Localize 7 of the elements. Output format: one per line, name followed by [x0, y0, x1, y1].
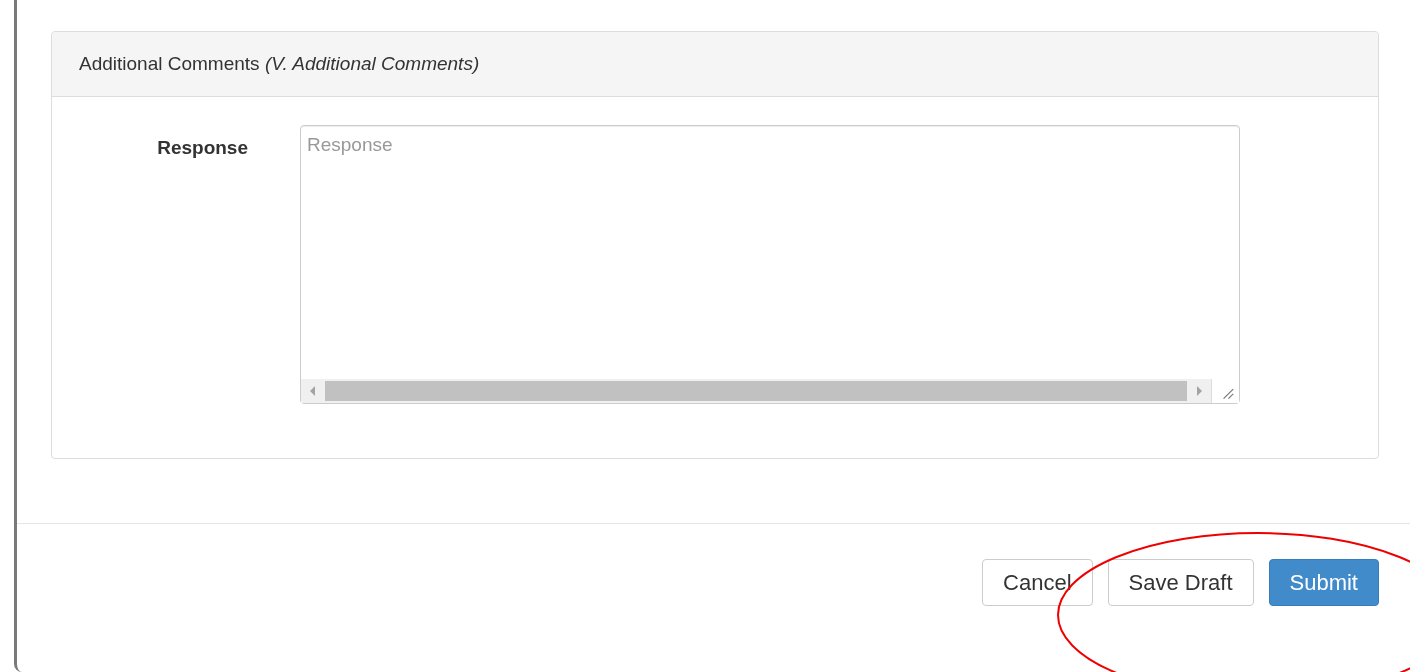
panel-title: Additional Comments (V. Additional Comments): [79, 53, 480, 75]
field-label: Response: [156, 136, 248, 160]
horizontal-scrollbar[interactable]: [301, 379, 1239, 403]
submit-button[interactable]: Submit: [1268, 559, 1379, 606]
resize-grip-icon[interactable]: [1211, 379, 1239, 403]
action-button[interactable]: Cancel: [982, 559, 1093, 606]
action-button[interactable]: Save Draft: [1107, 559, 1254, 606]
